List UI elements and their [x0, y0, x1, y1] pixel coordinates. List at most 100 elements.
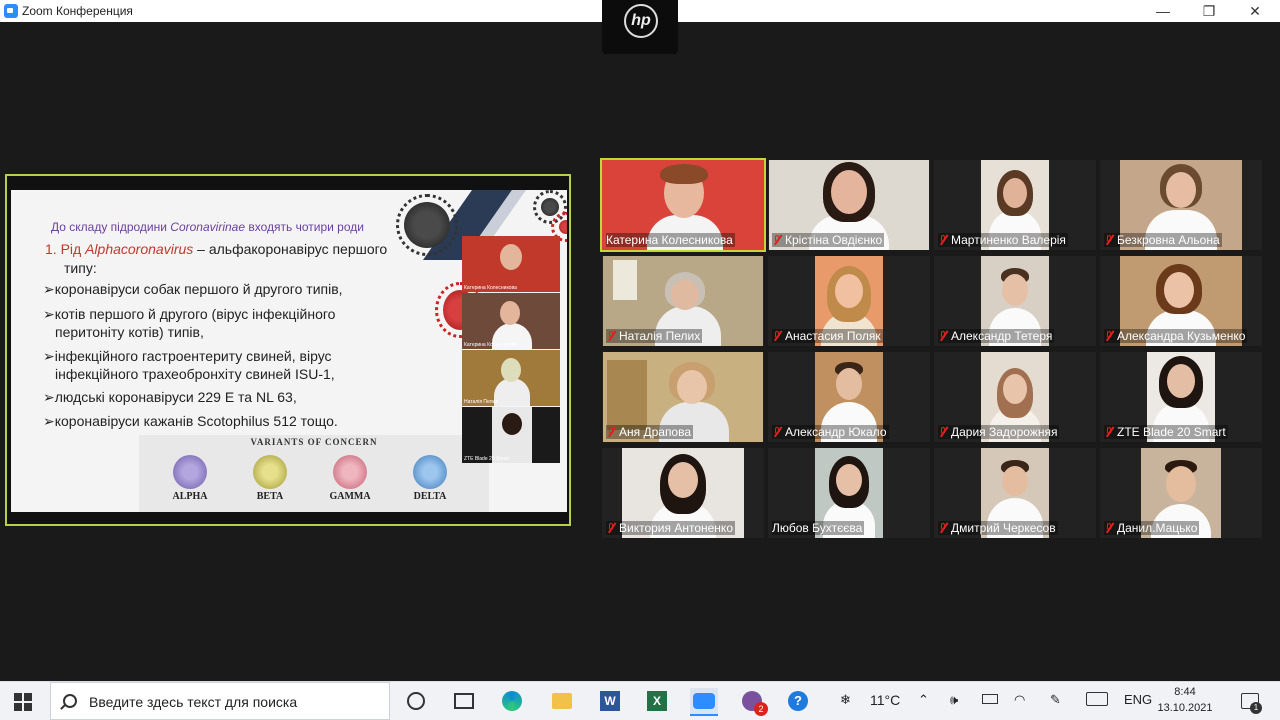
participant-tile[interactable]: Наталія Пелих	[602, 256, 764, 346]
slide-bullet-cont: інфекційного трахеобронхіту свиней ISU-1…	[55, 366, 335, 382]
help-icon[interactable]: ?	[784, 688, 812, 714]
virus-icon	[396, 194, 458, 256]
participant-label: Дария Задорожняя	[938, 425, 1060, 439]
participant-face	[500, 301, 520, 325]
weather-temp[interactable]: 11°C	[870, 692, 900, 708]
participant-label: Дмитрий Черкесов	[938, 521, 1058, 535]
participant-tile[interactable]: Виктория Антоненко	[602, 448, 764, 538]
virus-icon	[533, 190, 567, 224]
participant-face	[668, 462, 698, 498]
close-button[interactable]: ✕	[1232, 0, 1278, 22]
language-indicator[interactable]: ENG	[1124, 692, 1152, 707]
variants-image: VARIANTS OF CONCERN ALPHA BETA GAMMA DEL…	[139, 435, 489, 512]
weather-icon[interactable]: ❄	[840, 692, 851, 708]
participant-face	[501, 358, 521, 382]
shared-screen[interactable]: До складу підродини Coronavirinae входят…	[5, 174, 571, 526]
participant-tile[interactable]: Александр Тетеря	[934, 256, 1096, 346]
participant-face	[500, 244, 522, 270]
chevron-up-icon[interactable]: ⌃	[918, 692, 929, 708]
participant-face	[677, 370, 707, 404]
word-icon[interactable]: W	[596, 688, 624, 714]
variant-alpha: ALPHA	[157, 455, 223, 502]
virus-icon	[413, 455, 447, 489]
participant-tile[interactable]: Аня Драпова	[602, 352, 764, 442]
participant-face	[1003, 178, 1027, 208]
variant-beta: BETA	[237, 455, 303, 502]
participant-face	[1003, 374, 1027, 404]
minimize-button[interactable]: —	[1140, 0, 1186, 22]
excel-icon[interactable]: X	[643, 688, 671, 714]
mic-muted-icon	[606, 330, 616, 342]
mic-muted-icon	[1104, 522, 1114, 534]
participant-face	[671, 280, 699, 310]
volume-icon[interactable]: 🕪	[950, 692, 958, 708]
variant-gamma: GAMMA	[317, 455, 383, 502]
edge-icon[interactable]	[498, 688, 526, 714]
participant-tile[interactable]: Безкровна Альона	[1100, 160, 1262, 250]
viber-icon[interactable]: 2	[738, 688, 768, 716]
keyboard-icon[interactable]	[1086, 692, 1108, 706]
wifi-icon[interactable]: ◠	[1014, 692, 1025, 708]
participant-face	[835, 274, 863, 308]
participant-tile[interactable]: Александра Кузьменко	[1100, 256, 1262, 346]
clock-date: 13.10.2021	[1157, 702, 1213, 714]
slide-bullet-cont: перитоніту котів) типів,	[55, 324, 204, 340]
clock-time: 8:44	[1174, 686, 1196, 698]
participant-tile[interactable]: Мартиненко Валерія	[934, 160, 1096, 250]
mic-muted-icon	[938, 426, 948, 438]
mic-muted-icon	[938, 522, 948, 534]
zoom-taskbar-icon[interactable]	[690, 688, 718, 716]
participant-face	[836, 368, 862, 400]
bookshelf	[607, 360, 647, 430]
mic-muted-icon	[772, 426, 782, 438]
participant-face	[1166, 466, 1196, 502]
participant-tile[interactable]: Катерина Колесникова	[600, 158, 766, 252]
file-explorer-icon[interactable]	[548, 688, 576, 714]
participant-label: ZTE Blade 20 Smart	[1104, 425, 1228, 439]
taskbar-clock[interactable]: 8:44 13.10.2021	[1150, 684, 1220, 716]
participant-tile[interactable]: Дмитрий Черкесов	[934, 448, 1096, 538]
participant-label: Александра Кузьменко	[1104, 329, 1248, 343]
cortana-icon[interactable]	[402, 688, 430, 714]
slide-bullet: ➢людські коронавіруси 229 E та NL 63,	[43, 389, 297, 405]
participant-tile[interactable]: Александр Юкало	[768, 352, 930, 442]
search-icon	[63, 694, 77, 708]
mic-muted-icon	[1104, 330, 1114, 342]
participant-tile[interactable]: Данил.Мацько	[1100, 448, 1262, 538]
start-button[interactable]	[14, 693, 32, 711]
restore-button[interactable]: ❐	[1186, 0, 1232, 22]
mic-muted-icon	[1104, 426, 1114, 438]
zoom-app-icon	[4, 4, 18, 18]
participant-label: Наталія Пелих	[606, 329, 703, 343]
window-title: Zoom Конференция	[22, 4, 133, 18]
participant-label: Безкровна Альона	[1104, 233, 1222, 247]
slide-heading: До складу підродини Coronavirinae входят…	[51, 220, 364, 234]
participant-label: Александр Тетеря	[938, 329, 1055, 343]
participant-label: Александр Юкало	[772, 425, 889, 439]
participant-label: Крістіна Овдієнко	[772, 233, 885, 247]
participant-label: Данил.Мацько	[1104, 521, 1200, 535]
task-view-icon[interactable]	[450, 688, 478, 714]
pen-icon[interactable]: ✎	[1050, 692, 1061, 708]
slide-item-1: 1. Рід Alphacoronavirus – альфакоронавір…	[45, 241, 388, 257]
participant-tile[interactable]: Анастасия Поляк	[768, 256, 930, 346]
virus-icon	[173, 455, 207, 489]
variant-delta: DELTA	[397, 455, 463, 502]
mic-muted-icon	[772, 234, 782, 246]
participant-tile[interactable]: Крістіна Овдієнко	[768, 160, 930, 250]
participant-label: Аня Драпова	[606, 425, 694, 439]
participant-label: Виктория Антоненко	[606, 521, 735, 535]
virus-icon	[253, 455, 287, 489]
battery-icon[interactable]	[982, 692, 998, 704]
taskbar-search[interactable]: Введите здесь текст для поиска	[50, 682, 390, 720]
slide-bullet: ➢інфекційного гастроентериту свиней, вір…	[43, 348, 332, 364]
windows-logo-icon	[14, 693, 22, 701]
participant-tile[interactable]: Любов Бухтєєва	[768, 448, 930, 538]
variants-title: VARIANTS OF CONCERN	[250, 437, 378, 447]
participant-face	[836, 464, 862, 496]
participant-label: Любов Бухтєєва	[772, 521, 865, 535]
participant-tile[interactable]: ZTE Blade 20 Smart	[1100, 352, 1262, 442]
notification-center-icon[interactable]: 1	[1236, 688, 1264, 714]
participant-tile[interactable]: Дария Задорожняя	[934, 352, 1096, 442]
mic-muted-icon	[1104, 234, 1114, 246]
